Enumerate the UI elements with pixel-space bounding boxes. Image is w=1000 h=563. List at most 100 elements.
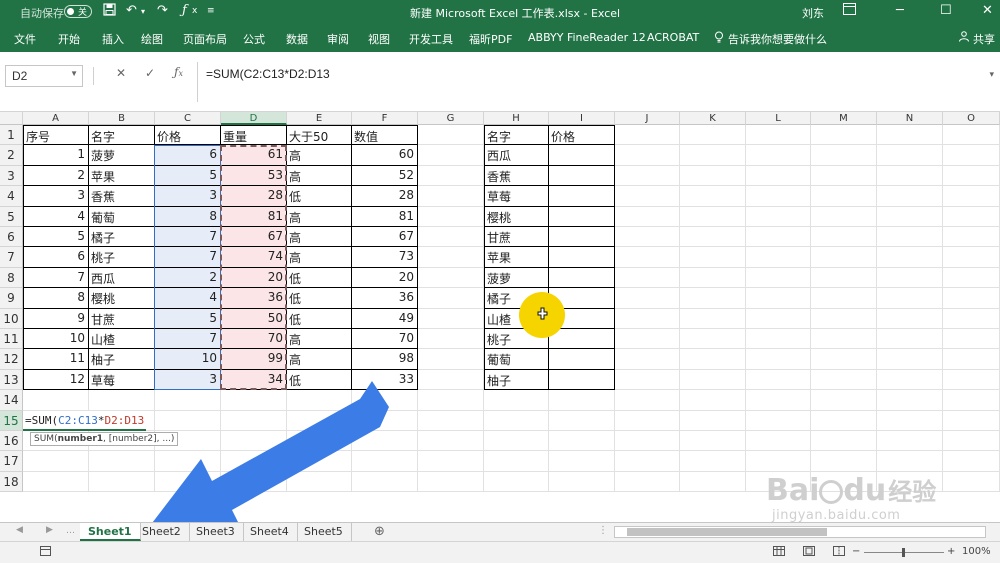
row-header[interactable]: 2: [0, 145, 23, 166]
grid-cell[interactable]: [877, 329, 943, 350]
grid-cell[interactable]: [943, 329, 1000, 350]
lookup-price-cell[interactable]: [549, 369, 615, 391]
minimize-icon[interactable]: ─: [896, 3, 904, 18]
header-cell[interactable]: 数值: [352, 125, 418, 146]
row-header[interactable]: 8: [0, 267, 23, 289]
column-header[interactable]: E: [287, 112, 352, 125]
tab-acrobat[interactable]: ACROBAT: [647, 31, 699, 44]
function-tooltip[interactable]: SUM(number1, [number2], ...): [30, 432, 178, 446]
grid-cell[interactable]: [615, 247, 680, 268]
more-sheets-icon[interactable]: …: [66, 526, 75, 536]
grid-cell[interactable]: [746, 206, 811, 227]
lookup-name-cell[interactable]: 甘蔗: [484, 227, 549, 248]
grid-cell[interactable]: [23, 451, 89, 472]
tab-review[interactable]: 审阅: [327, 31, 349, 47]
grid-cell[interactable]: [418, 369, 484, 391]
grid-cell[interactable]: [418, 288, 484, 309]
column-header[interactable]: J: [615, 112, 680, 125]
zoom-slider-thumb[interactable]: [902, 548, 905, 557]
grid-cell[interactable]: [89, 471, 155, 493]
grid-cell[interactable]: [746, 451, 811, 472]
enter-icon[interactable]: ✓: [145, 66, 155, 80]
row-header[interactable]: 1: [0, 125, 23, 146]
grid-cell[interactable]: [615, 227, 680, 248]
row-header[interactable]: 12: [0, 349, 23, 370]
horizontal-scrollbar[interactable]: [614, 526, 986, 538]
table-row-cell[interactable]: 山楂: [89, 329, 155, 350]
column-header[interactable]: M: [811, 112, 877, 125]
grid-cell[interactable]: [418, 431, 484, 452]
table-row-cell[interactable]: 苹果: [89, 165, 155, 187]
redo-icon[interactable]: ↷: [157, 3, 168, 18]
table-row-cell[interactable]: 低: [287, 308, 352, 329]
grid-cell[interactable]: [89, 390, 155, 411]
zoom-in-icon[interactable]: +: [947, 546, 955, 557]
header-cell[interactable]: 名字: [484, 125, 549, 146]
grid-cell[interactable]: [155, 471, 221, 493]
zoom-out-icon[interactable]: −: [852, 546, 860, 557]
table-row-cell[interactable]: 5: [23, 227, 89, 248]
undo-icon[interactable]: ↶: [126, 3, 137, 18]
grid-cell[interactable]: [549, 451, 615, 472]
column-header[interactable]: G: [418, 112, 484, 125]
grid-cell[interactable]: [155, 451, 221, 472]
table-row-cell[interactable]: 98: [352, 349, 418, 370]
grid-cell[interactable]: [877, 410, 943, 431]
tell-me-search[interactable]: 告诉我你想要做什么: [728, 31, 827, 47]
grid-cell[interactable]: [680, 471, 746, 493]
grid-cell[interactable]: [877, 308, 943, 329]
cancel-icon[interactable]: ✕: [116, 66, 126, 80]
column-header[interactable]: L: [746, 112, 811, 125]
grid-cell[interactable]: [352, 410, 418, 431]
grid-cell[interactable]: [811, 145, 877, 166]
table-row-cell[interactable]: 67: [352, 227, 418, 248]
lookup-price-cell[interactable]: [549, 206, 615, 227]
lookup-name-cell[interactable]: 苹果: [484, 247, 549, 268]
grid-cell[interactable]: [549, 471, 615, 493]
expand-formula-bar-icon[interactable]: ▾: [989, 70, 994, 80]
grid-cell[interactable]: [877, 451, 943, 472]
grid-cell[interactable]: [877, 145, 943, 166]
lookup-name-cell[interactable]: 西瓜: [484, 145, 549, 166]
grid-cell[interactable]: [943, 247, 1000, 268]
grid-cell[interactable]: [680, 145, 746, 166]
header-cell[interactable]: 价格: [549, 125, 615, 146]
grid-cell[interactable]: [746, 165, 811, 187]
grid-cell[interactable]: [746, 267, 811, 289]
table-row-cell[interactable]: 菠萝: [89, 145, 155, 166]
ribbon-display-icon[interactable]: [843, 3, 856, 19]
row-header[interactable]: 6: [0, 227, 23, 248]
table-row-cell[interactable]: 36: [352, 288, 418, 309]
lookup-price-cell[interactable]: [549, 227, 615, 248]
table-row-cell[interactable]: 12: [23, 369, 89, 391]
grid-cell[interactable]: [287, 471, 352, 493]
tab-home[interactable]: 开始: [58, 31, 80, 47]
grid-cell[interactable]: [352, 431, 418, 452]
grid-cell[interactable]: [23, 471, 89, 493]
tab-file[interactable]: 文件: [14, 31, 36, 47]
grid-cell[interactable]: [811, 206, 877, 227]
grid-cell[interactable]: [221, 471, 287, 493]
grid-cell[interactable]: [943, 308, 1000, 329]
table-row-cell[interactable]: 1: [23, 145, 89, 166]
row-header[interactable]: 11: [0, 329, 23, 350]
lookup-price-cell[interactable]: [549, 267, 615, 289]
table-row-cell[interactable]: 4: [23, 206, 89, 227]
formula-input[interactable]: =SUM(C2:C13*D2:D13: [206, 67, 330, 81]
grid-cell[interactable]: [811, 267, 877, 289]
grid-cell[interactable]: [680, 390, 746, 411]
table-row-cell[interactable]: 8: [23, 288, 89, 309]
lookup-price-cell[interactable]: [549, 247, 615, 268]
name-box[interactable]: D2 ▼: [5, 65, 83, 87]
grid-cell[interactable]: [615, 349, 680, 370]
lookup-price-cell[interactable]: [549, 288, 615, 309]
grid-cell[interactable]: [680, 206, 746, 227]
table-row-cell[interactable]: 甘蔗: [89, 308, 155, 329]
share-icon[interactable]: [958, 31, 970, 45]
column-header[interactable]: O: [943, 112, 1000, 125]
prev-sheet-icon[interactable]: ◀: [16, 525, 23, 535]
table-row-cell[interactable]: 9: [23, 308, 89, 329]
grid-cell[interactable]: [877, 206, 943, 227]
grid-cell[interactable]: [680, 349, 746, 370]
row-header[interactable]: 16: [0, 431, 23, 452]
